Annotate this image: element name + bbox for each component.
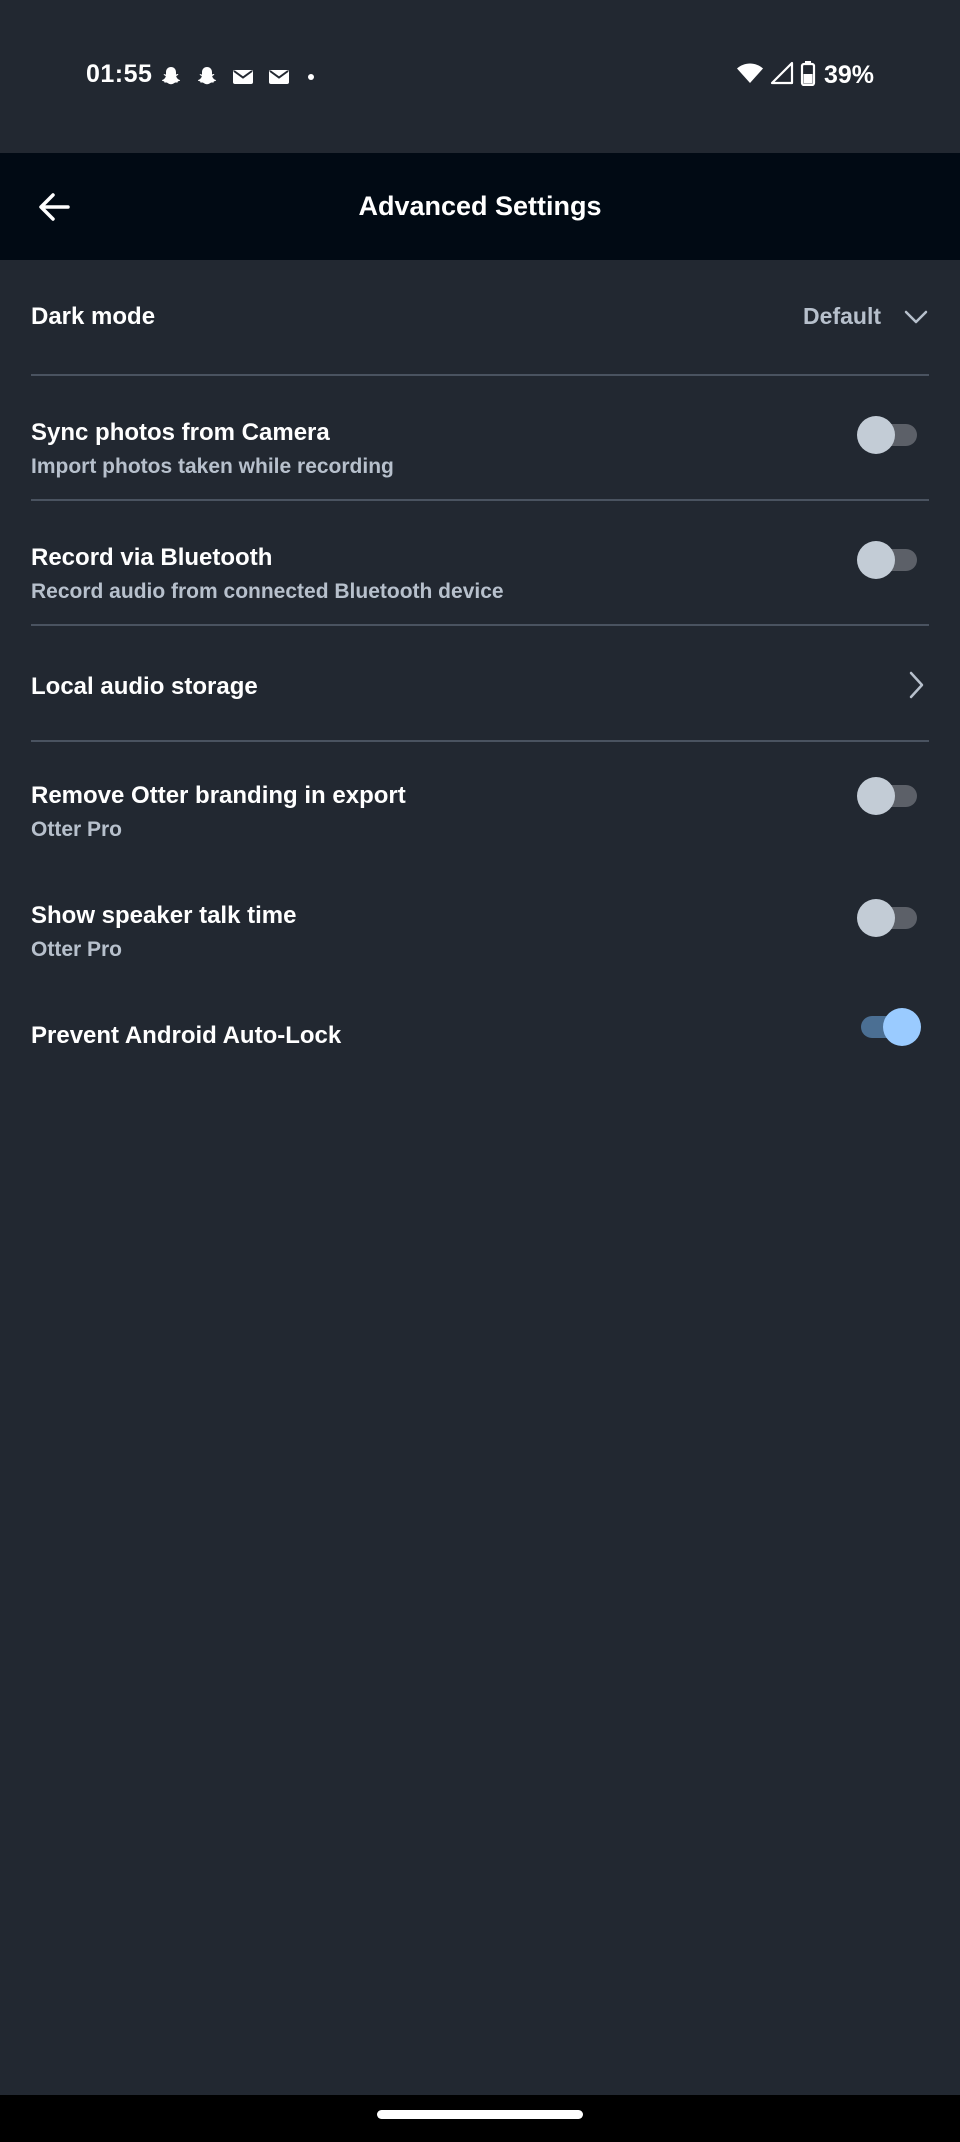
notification-icons xyxy=(158,64,314,90)
setting-subtitle: Otter Pro xyxy=(31,818,123,841)
snapchat-icon xyxy=(158,64,184,90)
remove-branding-toggle[interactable] xyxy=(857,777,921,815)
setting-title: Sync photos from Camera xyxy=(31,419,330,446)
toggle-thumb xyxy=(857,899,895,937)
setting-dark-mode[interactable]: Dark mode Default xyxy=(31,260,929,376)
setting-title: Local audio storage xyxy=(31,673,258,700)
speaker-talk-time-toggle[interactable] xyxy=(857,899,921,937)
toggle-thumb xyxy=(883,1008,921,1046)
setting-prevent-autolock-text: Prevent Android Auto-Lock xyxy=(31,1022,341,1050)
page-title: Advanced Settings xyxy=(358,191,602,221)
setting-local-audio-storage[interactable]: Local audio storage xyxy=(31,626,929,742)
setting-remove-branding-text: Remove Otter branding in export Otter Pr… xyxy=(31,782,406,842)
snapchat-icon xyxy=(194,64,220,90)
toggle-thumb xyxy=(857,541,895,579)
chevron-down-icon[interactable] xyxy=(903,304,929,330)
back-button[interactable] xyxy=(30,183,78,231)
setting-record-bluetooth-text: Record via Bluetooth Record audio from c… xyxy=(31,544,504,604)
setting-subtitle: Record audio from connected Bluetooth de… xyxy=(31,580,504,603)
setting-subtitle: Import photos taken while recording xyxy=(31,455,394,478)
record-bluetooth-toggle[interactable] xyxy=(857,541,921,579)
setting-sync-photos-text: Sync photos from Camera Import photos ta… xyxy=(31,419,394,479)
prevent-autolock-toggle[interactable] xyxy=(857,1008,921,1046)
cellular-signal-icon xyxy=(770,61,794,90)
setting-prevent-autolock[interactable]: Prevent Android Auto-Lock xyxy=(31,986,929,1106)
setting-title: Show speaker talk time xyxy=(31,902,297,929)
battery-percent: 39% xyxy=(823,61,874,89)
app-bar: Advanced Settings xyxy=(0,153,960,260)
status-right: 39% xyxy=(736,60,874,91)
arrow-left-icon xyxy=(39,193,70,221)
chevron-right-icon[interactable] xyxy=(903,670,929,700)
status-bar: 01:55 39% xyxy=(0,0,960,153)
setting-dark-mode-text: Dark mode xyxy=(31,303,155,331)
status-time: 01:55 xyxy=(86,60,153,88)
setting-subtitle: Otter Pro xyxy=(31,938,123,961)
battery-icon xyxy=(800,60,816,91)
setting-speaker-talk-time[interactable]: Show speaker talk time Otter Pro xyxy=(31,864,929,986)
toggle-thumb xyxy=(857,777,895,815)
setting-title: Record via Bluetooth xyxy=(31,544,273,571)
setting-sync-photos[interactable]: Sync photos from Camera Import photos ta… xyxy=(31,376,929,501)
dark-mode-value[interactable]: Default xyxy=(803,303,881,330)
setting-title: Prevent Android Auto-Lock xyxy=(31,1022,342,1049)
system-nav-bar xyxy=(0,2095,960,2142)
gmail-icon xyxy=(266,64,292,90)
setting-remove-branding[interactable]: Remove Otter branding in export Otter Pr… xyxy=(31,742,929,864)
setting-local-audio-text: Local audio storage xyxy=(31,673,258,701)
sync-photos-toggle[interactable] xyxy=(857,416,921,454)
home-indicator[interactable] xyxy=(377,2110,583,2119)
wifi-icon xyxy=(736,61,764,90)
dot-icon xyxy=(308,74,314,80)
setting-record-bluetooth[interactable]: Record via Bluetooth Record audio from c… xyxy=(31,501,929,626)
toggle-thumb xyxy=(857,416,895,454)
setting-title: Dark mode xyxy=(31,303,156,330)
setting-title: Remove Otter branding in export xyxy=(31,782,406,809)
setting-speaker-talk-time-text: Show speaker talk time Otter Pro xyxy=(31,902,296,962)
settings-list: Dark mode Default Sync photos from Camer… xyxy=(0,260,960,1106)
gmail-icon xyxy=(230,64,256,90)
